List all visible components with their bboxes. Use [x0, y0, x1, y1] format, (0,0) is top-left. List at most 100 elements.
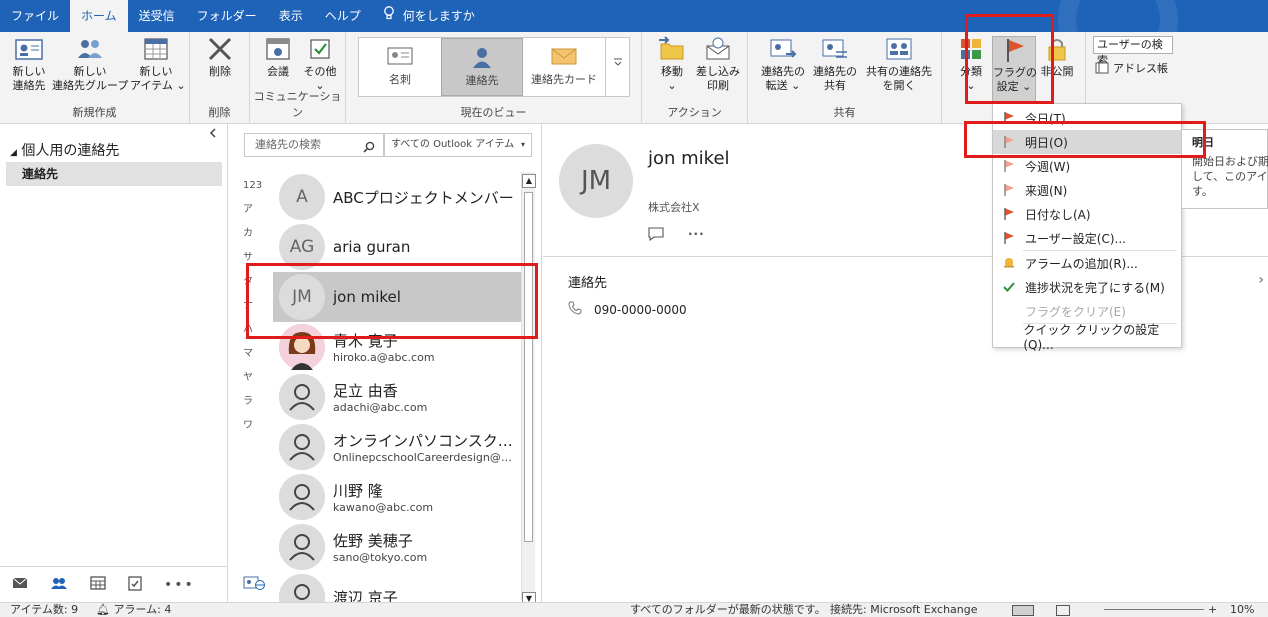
zoom-level[interactable]: 10%	[1230, 603, 1254, 617]
mail-merge-button[interactable]: 差し込み 印刷	[694, 36, 742, 93]
scroll-up-arrow[interactable]: ▲	[522, 174, 536, 188]
share-contacts-label: 連絡先の 共有	[813, 65, 857, 92]
mail-merge-icon	[706, 37, 730, 60]
follow-up-label: フラグの 設定 ⌄	[993, 66, 1037, 93]
follow-up-menu-item[interactable]: ユーザー設定(C)...	[993, 226, 1181, 250]
zoom-slider[interactable]	[1104, 609, 1204, 610]
follow-up-menu-item[interactable]: アラームの追加(R)...	[993, 251, 1181, 275]
tell-me-box[interactable]: 何をしますか	[372, 0, 486, 32]
contact-list-item[interactable]: A ABCプロジェクトメンバー	[273, 172, 521, 222]
search-people-box[interactable]: ユーザーの検索	[1093, 36, 1173, 67]
new-contact-group-button[interactable]: 新しい 連絡先グループ	[52, 36, 128, 93]
meeting-button[interactable]: 会議	[258, 36, 298, 79]
status-reminders[interactable]: 🔔︎ アラーム: 4	[96, 603, 171, 617]
follow-up-button[interactable]: フラグの 設定 ⌄	[992, 36, 1037, 104]
more-apps-icon[interactable]: •••	[164, 577, 195, 593]
tab-send-receive[interactable]: 送受信	[128, 0, 186, 32]
index-letter[interactable]: ア	[243, 202, 263, 226]
index-letter[interactable]: ヤ	[243, 370, 263, 394]
gallery-expand-icon	[613, 58, 622, 66]
reading-view-icon[interactable]	[1056, 605, 1070, 616]
flag-red-icon	[993, 111, 1025, 125]
normal-view-icon[interactable]	[1012, 605, 1034, 616]
contact-list-item[interactable]: 青木 寛子 hiroko.a@abc.com	[273, 322, 521, 372]
open-shared-contacts-button[interactable]: 共有の連絡先 を開く	[860, 36, 938, 93]
index-letter[interactable]: ワ	[243, 418, 263, 442]
share-contacts-icon	[822, 39, 847, 58]
tab-help[interactable]: ヘルプ	[314, 0, 372, 32]
follow-up-menu-item[interactable]: 来週(N)	[993, 178, 1181, 202]
people-icon[interactable]	[50, 577, 68, 592]
view-contact-card[interactable]: 連絡先カード	[523, 38, 605, 96]
contact-list-item[interactable]: オンラインパソコンスクール…OnlinepcschoolCareerdesign…	[273, 422, 521, 472]
chat-icon[interactable]	[648, 227, 664, 244]
contact-list-item[interactable]: JM jon mikel	[273, 272, 521, 322]
contact-list-item[interactable]: AG aria guran	[273, 222, 521, 272]
contact-list-item[interactable]: 佐野 美穂子 sano@tokyo.com	[273, 522, 521, 572]
categorize-label: 分類 ⌄	[960, 65, 982, 92]
follow-up-menu-item[interactable]: 日付なし(A)	[993, 202, 1181, 226]
address-book-label: アドレス帳	[1113, 62, 1168, 75]
zoom-in-icon[interactable]: +	[1208, 603, 1217, 617]
contact-list-item[interactable]: 川野 隆 kawano@abc.com	[273, 472, 521, 522]
group-communication-label: コミュニケーション	[253, 90, 342, 119]
follow-up-menu-item[interactable]: クイック クリックの設定(Q)...	[993, 323, 1181, 352]
more-actions-icon[interactable]: ···	[688, 227, 705, 244]
open-shared-contacts-label: 共有の連絡先 を開く	[866, 65, 932, 92]
detail-section-title: 連絡先	[568, 276, 608, 291]
categorize-button[interactable]: 分類 ⌄	[950, 36, 992, 93]
more-communication-button[interactable]: その他 ⌄	[300, 36, 340, 93]
tab-file[interactable]: ファイル	[0, 0, 70, 32]
business-card-icon	[387, 47, 413, 65]
index-letter[interactable]: ラ	[243, 394, 263, 418]
tomorrow-tooltip: 明日 開始日および期 して、このアイテム す。	[1181, 129, 1268, 209]
view-business-card[interactable]: 名刺	[359, 38, 441, 96]
contact-list-item[interactable]: 足立 由香 adachi@abc.com	[273, 372, 521, 422]
new-items-button[interactable]: 新しい アイテム ⌄	[130, 36, 186, 93]
address-book-button[interactable]: アドレス帳	[1095, 60, 1168, 76]
forward-contact-label[interactable]: 連絡先の 転送 ⌄	[761, 65, 805, 92]
follow-up-menu-item[interactable]: 今週(W)	[993, 154, 1181, 178]
index-letter[interactable]: ナ	[243, 298, 263, 322]
tasks-icon[interactable]	[128, 575, 142, 594]
view-people[interactable]: 連絡先	[441, 38, 523, 96]
follow-up-menu-item[interactable]: 今日(T)	[993, 106, 1181, 130]
index-letter[interactable]: マ	[243, 346, 263, 370]
follow-up-menu-item[interactable]: 明日(O)	[993, 130, 1181, 154]
index-letter[interactable]: ハ	[243, 322, 263, 346]
contact-text: 渡辺 京子	[325, 587, 518, 603]
contact-search-input[interactable]: 連絡先の検索	[244, 133, 384, 157]
contact-list-item[interactable]: 渡辺 京子	[273, 572, 521, 602]
contact-list-scrollbar[interactable]: ▲ ▼	[521, 172, 536, 606]
tab-view[interactable]: 表示	[268, 0, 314, 32]
scroll-thumb[interactable]	[524, 192, 533, 542]
tab-folder[interactable]: フォルダー	[186, 0, 268, 32]
index-letter[interactable]: 123	[243, 178, 263, 202]
share-contacts-button[interactable]: 連絡先の 共有	[810, 36, 860, 93]
mail-icon[interactable]	[12, 577, 28, 592]
index-letter[interactable]: サ	[243, 250, 263, 274]
private-button[interactable]: 非公開	[1036, 36, 1078, 79]
new-contact-button[interactable]: 新しい 連絡先	[6, 36, 52, 93]
delete-button[interactable]: 削除	[198, 36, 242, 79]
move-button[interactable]: 移動 ⌄	[650, 36, 694, 93]
bell-icon: 🔔︎	[96, 603, 110, 616]
search-icon	[363, 139, 375, 161]
follow-up-menu-item[interactable]: 進捗状況を完了にする(M)	[993, 275, 1181, 299]
folder-contacts[interactable]: 連絡先	[6, 162, 222, 186]
search-scope-dropdown[interactable]: すべての Outlook アイテム ▾	[384, 133, 532, 157]
index-letter[interactable]: タ	[243, 274, 263, 298]
collapse-pane-button[interactable]	[209, 127, 217, 141]
my-contacts-header[interactable]: ◢ 個人用の連絡先	[10, 140, 119, 160]
chevron-right-icon[interactable]: ›	[1258, 272, 1264, 288]
contact-name: 渡辺 京子	[333, 588, 398, 603]
index-letter[interactable]: カ	[243, 226, 263, 250]
contact-text: jon mikel	[325, 288, 518, 306]
forward-contact-button[interactable]: 連絡先の 転送 ⌄	[754, 36, 812, 93]
menu-item-label: 日付なし(A)	[1025, 207, 1091, 222]
view-gallery-more-button[interactable]	[605, 38, 629, 96]
calendar-icon[interactable]	[90, 576, 106, 593]
contact-add-icon[interactable]	[243, 575, 265, 594]
tab-home[interactable]: ホーム	[70, 0, 128, 32]
detail-phone[interactable]: 090-0000-0000	[568, 301, 687, 318]
